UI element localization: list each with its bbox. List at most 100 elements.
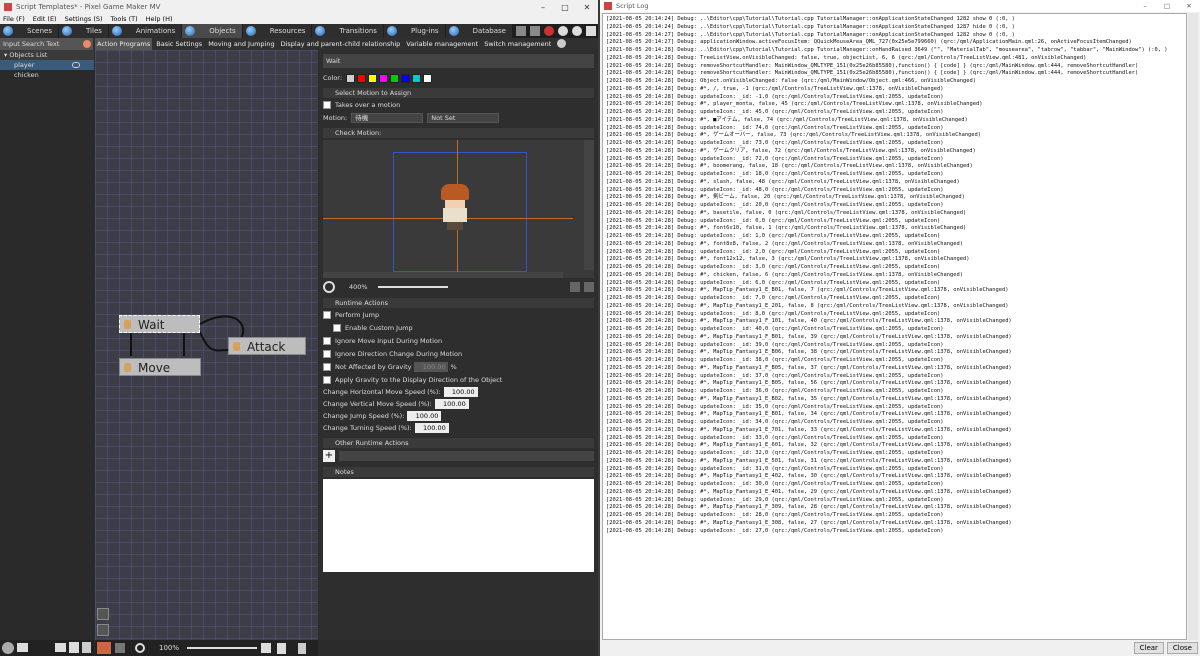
menu-settings[interactable]: Settings (S) <box>65 14 103 24</box>
select-motion-section[interactable]: Select Motion to Assign <box>323 88 594 98</box>
color-swatch[interactable] <box>379 73 389 83</box>
debug-icon[interactable] <box>544 26 554 36</box>
subtab-variable-management[interactable]: Variable management <box>404 38 480 50</box>
color-swatch[interactable] <box>412 73 422 83</box>
canvas-add-icon[interactable] <box>261 643 272 653</box>
motion-select[interactable]: 待機 <box>351 113 424 123</box>
gravity-checkbox[interactable] <box>323 363 331 371</box>
zoom-search-icon[interactable] <box>135 643 145 653</box>
gravity-dir-checkbox[interactable] <box>323 376 331 384</box>
speed-input[interactable]: 100.00 <box>434 399 469 409</box>
speed-input[interactable]: 100.00 <box>414 423 449 433</box>
color-swatch[interactable] <box>390 73 400 83</box>
brush-icon[interactable] <box>97 608 109 620</box>
log-line: [2021-08-05 20:14:28] Debug: removeShort… <box>606 62 1139 69</box>
tab-objects[interactable]: Objects <box>182 24 242 38</box>
motion-direction-select[interactable]: Not Set <box>427 113 500 123</box>
hand-icon[interactable] <box>97 624 109 636</box>
zoom-slider[interactable] <box>187 647 258 649</box>
maximize-icon[interactable]: □ <box>554 3 576 12</box>
menu-file[interactable]: File (F) <box>3 14 25 24</box>
action-program-canvas[interactable]: Wait Move Attack <box>95 50 318 640</box>
notes-textarea[interactable] <box>323 479 594 572</box>
node-attack[interactable]: Attack <box>228 337 306 355</box>
preview-zoom-slider[interactable] <box>377 286 448 288</box>
list-add-icon[interactable] <box>69 642 79 653</box>
tab-scenes[interactable]: Scenes <box>0 24 58 38</box>
help-icon[interactable] <box>558 26 568 36</box>
add-action-button[interactable]: + <box>323 450 335 462</box>
notes-section[interactable]: Notes <box>323 467 594 477</box>
color-swatch[interactable] <box>401 73 411 83</box>
takes-over-checkbox[interactable] <box>323 101 331 109</box>
clear-search-icon[interactable] <box>83 40 91 48</box>
subtab-basic-settings[interactable]: Basic Settings <box>154 38 204 50</box>
preview-play-icon[interactable] <box>570 282 580 292</box>
gear-icon[interactable] <box>572 26 582 36</box>
speed-input[interactable]: 100.00 <box>407 411 442 421</box>
canvas-delete-icon[interactable] <box>298 642 307 654</box>
node-icon <box>124 363 131 372</box>
other-actions-section[interactable]: Other Runtime Actions <box>323 438 594 448</box>
tiles-icon <box>62 26 72 36</box>
minimize-icon[interactable]: – <box>532 3 554 12</box>
action-name-field[interactable]: Wait <box>323 54 594 68</box>
ignore-move-checkbox[interactable] <box>323 337 331 345</box>
forward-icon[interactable] <box>586 26 596 36</box>
other-actions-list[interactable] <box>339 451 594 461</box>
list-gear-icon[interactable] <box>2 642 14 654</box>
preview-zoom-icon[interactable] <box>323 281 335 293</box>
color-swatch[interactable] <box>346 73 356 83</box>
node-move[interactable]: Move <box>119 358 201 376</box>
subtab-switch-management[interactable]: Switch management <box>482 38 553 50</box>
preview-v-scrollbar[interactable] <box>584 140 594 270</box>
color-swatch[interactable] <box>423 73 433 83</box>
preview-h-scrollbar[interactable] <box>323 272 563 278</box>
search-input[interactable]: Input Search Text <box>0 38 93 50</box>
tab-transitions[interactable]: Transitions <box>312 24 383 38</box>
subtab-display-parent-child[interactable]: Display and parent-child relationship <box>279 38 403 50</box>
stop-icon[interactable] <box>530 26 540 36</box>
canvas-page-icon[interactable] <box>277 642 287 654</box>
custom-jump-checkbox[interactable] <box>333 324 341 332</box>
node-wait[interactable]: Wait <box>119 315 200 333</box>
list-delete-icon[interactable] <box>82 642 91 653</box>
log-text-area[interactable]: [2021-08-05 20:14:24] Debug: ..\Editor\c… <box>602 13 1187 640</box>
clear-button[interactable]: Clear <box>1133 642 1164 654</box>
menu-edit[interactable]: Edit (E) <box>33 14 57 24</box>
color-swatch[interactable] <box>357 73 367 83</box>
list-item[interactable]: player <box>0 60 94 70</box>
list-folder-icon[interactable] <box>17 643 28 652</box>
check-motion-section[interactable]: Check Motion: <box>323 128 594 138</box>
tab-database[interactable]: Database <box>445 24 512 38</box>
subtab-action-programs[interactable]: Action Programs <box>95 38 153 50</box>
perform-jump-checkbox[interactable] <box>323 311 331 319</box>
tab-plugins[interactable]: Plug-ins <box>383 24 445 38</box>
list-add-folder-icon[interactable] <box>55 643 66 652</box>
close-icon[interactable]: ✕ <box>576 3 598 12</box>
ignore-dir-checkbox[interactable] <box>323 350 331 358</box>
tab-resources[interactable]: Resources <box>242 24 312 38</box>
menu-help[interactable]: Help (H) <box>146 14 173 24</box>
log-close-icon[interactable]: ✕ <box>1178 2 1200 10</box>
speed-input[interactable]: 100.00 <box>443 387 478 397</box>
list-item[interactable]: chicken <box>0 70 94 80</box>
preview-stop-icon[interactable] <box>584 282 594 292</box>
color-swatch[interactable] <box>368 73 378 83</box>
subtab-gear-icon[interactable] <box>557 39 567 48</box>
log-maximize-icon[interactable]: □ <box>1156 2 1178 10</box>
tab-tiles[interactable]: Tiles <box>59 24 108 38</box>
play-icon[interactable] <box>516 26 526 36</box>
menu-tools[interactable]: Tools (T) <box>111 14 138 24</box>
magnet-icon[interactable] <box>115 643 125 653</box>
close-button[interactable]: Close <box>1166 642 1198 654</box>
log-line: [2021-08-05 20:14:28] Debug: updateIcon:… <box>606 310 941 317</box>
subtab-moving-jumping[interactable]: Moving and Jumping <box>206 38 276 50</box>
log-scrollbar[interactable] <box>1188 13 1198 640</box>
canvas-tool-icon[interactable] <box>97 642 111 654</box>
tab-animations[interactable]: Animations <box>108 24 182 38</box>
objects-list-header[interactable]: ▾ Objects List <box>0 50 94 60</box>
log-minimize-icon[interactable]: – <box>1134 2 1156 10</box>
runtime-actions-section[interactable]: Runtime Actions <box>323 298 594 308</box>
gravity-input[interactable]: 100.00 <box>414 362 449 372</box>
